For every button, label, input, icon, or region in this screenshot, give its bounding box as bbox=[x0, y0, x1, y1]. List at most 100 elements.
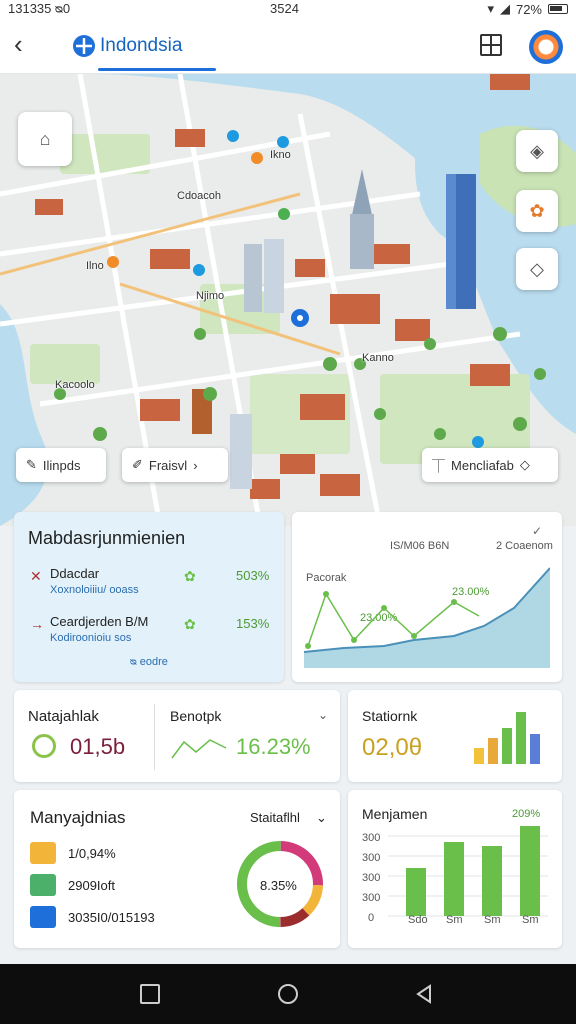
x-tick: Sm bbox=[522, 914, 539, 926]
stat-value-a: 01,5b bbox=[70, 734, 126, 759]
status-bar: 131335 ᴓ0 3524 ▾ ◢ 72% bbox=[0, 0, 576, 18]
summary-row-name: Ceardjerden B/M bbox=[50, 614, 149, 629]
donut-label: 8.35% bbox=[260, 878, 297, 893]
battery-icon bbox=[548, 4, 568, 14]
stat2-label: Statiornk bbox=[362, 708, 418, 724]
map-label[interactable]: Ikno bbox=[270, 149, 291, 161]
compass-icon: ◈ bbox=[530, 140, 544, 161]
stat-value-b: 16.23% bbox=[236, 734, 311, 759]
wallet-icon bbox=[30, 874, 56, 896]
pin-icon: ⏉ bbox=[432, 458, 446, 474]
filter-pill-left[interactable]: ✎ Ilinpds bbox=[16, 448, 106, 482]
management-row[interactable]: 1/0,94% bbox=[68, 846, 116, 861]
y-tick: 300 bbox=[362, 852, 381, 864]
app-bar: ‹ Indondsia bbox=[0, 18, 576, 74]
chevron-down-icon[interactable]: ⌄ bbox=[318, 708, 328, 722]
avatar[interactable] bbox=[529, 30, 563, 64]
stat-label-a: Natajahlak bbox=[28, 708, 99, 725]
y-tick: 300 bbox=[362, 832, 381, 844]
back-icon[interactable] bbox=[414, 984, 434, 1004]
map-label[interactable]: Ilno bbox=[86, 260, 104, 272]
diamond-icon: ◇ bbox=[519, 457, 530, 472]
filter-pill-right-label: Mencliafab bbox=[451, 457, 514, 473]
active-tab-indicator bbox=[98, 68, 216, 71]
chevron-icon: › bbox=[193, 457, 198, 473]
edit-icon: ✐ bbox=[132, 457, 143, 472]
y-tick: 300 bbox=[362, 872, 381, 884]
stat-card-1[interactable]: Natajahlak 01,5b Benotpk ⌄ 16.23% bbox=[14, 690, 340, 782]
chart-icon bbox=[30, 906, 56, 928]
filter-pill-mid-label: Fraisvl bbox=[148, 457, 188, 473]
locate-button[interactable]: ◇ bbox=[516, 248, 558, 290]
system-nav-bar bbox=[0, 964, 576, 1024]
trend-card[interactable]: IS/M06 B6N 2 Coaenom ✓ Pacorak 23.00% 23… bbox=[292, 512, 562, 682]
timer-icon bbox=[32, 734, 56, 758]
bar-top-label: 209% bbox=[512, 808, 541, 820]
tag-icon bbox=[30, 842, 56, 864]
locate-icon: ◇ bbox=[530, 258, 544, 279]
map-label[interactable]: Kacoolo bbox=[55, 379, 95, 391]
leaf-icon: ✿ bbox=[184, 568, 196, 584]
back-arrow-icon[interactable]: ‹ bbox=[14, 31, 40, 58]
summary-row-sub: Xoxnoloiiiu/ ooass bbox=[50, 584, 139, 596]
trend-header-right: 2 Coaenom bbox=[496, 540, 553, 552]
summary-row-sub: Kodiroonioiu sos bbox=[50, 632, 132, 644]
stat-divider bbox=[154, 704, 155, 770]
sword-icon: ✕ bbox=[30, 568, 42, 584]
management-dropdown[interactable]: Staitaflhl bbox=[250, 810, 300, 825]
status-time: 3524 bbox=[270, 1, 299, 16]
summary-link[interactable]: ᴓ eodre bbox=[130, 656, 168, 668]
x-tick: Sm bbox=[484, 914, 501, 926]
management-row[interactable]: 3035I0/015193 bbox=[68, 910, 155, 925]
grid-view-icon[interactable] bbox=[480, 34, 502, 56]
summary-row-value: 503% bbox=[236, 568, 270, 583]
management-title: Manyajdnias bbox=[30, 808, 126, 827]
bar-chart-card[interactable]: Menjamen 209% 300 300 300 300 0 Sdo Sm S… bbox=[348, 790, 562, 948]
brand-icon bbox=[73, 35, 95, 57]
map-label[interactable]: Cdoacoh bbox=[177, 190, 221, 202]
status-left: 131335 ᴓ0 bbox=[8, 1, 71, 16]
trend-header: IS/M06 B6N bbox=[390, 540, 450, 552]
summary-card[interactable]: Mabdasrjunmienien ✕ Ddacdar Xoxnoloiiiu/… bbox=[14, 512, 284, 682]
bar-card-title: Menjamen bbox=[362, 806, 428, 822]
compass-button[interactable]: ◈ bbox=[516, 130, 558, 172]
signal-icon: ◢ bbox=[499, 1, 510, 16]
layers-icon: ✿ bbox=[529, 200, 545, 221]
trend-chart bbox=[304, 567, 550, 668]
stat2-value: 02,0θ bbox=[362, 734, 423, 761]
x-tick: Sdo bbox=[408, 914, 428, 926]
summary-row-value: 153% bbox=[236, 616, 270, 631]
leaf-icon: ✿ bbox=[184, 616, 196, 632]
wifi-icon: ▾ bbox=[487, 1, 494, 16]
layers-button[interactable]: ✿ bbox=[516, 190, 558, 232]
y-tick: 300 bbox=[362, 892, 381, 904]
mini-bar-chart bbox=[474, 712, 540, 764]
filter-pill-left-label: Ilinpds bbox=[42, 457, 81, 473]
map-label[interactable]: Kanno bbox=[362, 352, 394, 364]
chevron-down-icon[interactable]: ⌄ bbox=[316, 810, 327, 826]
city-map[interactable]: Cdoacoh Ilno Njimo Kacoolo Kanno Ikno ⌂ … bbox=[0, 74, 576, 526]
filter-pill-right[interactable]: ⏉ Mencliafab ◇ bbox=[422, 448, 558, 482]
pencil-icon: ✎ bbox=[26, 457, 37, 472]
bar-chart bbox=[388, 826, 548, 917]
house-icon: ⌂ bbox=[39, 128, 51, 149]
filter-pill-mid[interactable]: ✐ Fraisvl › bbox=[122, 448, 228, 482]
home-map-button[interactable]: ⌂ bbox=[18, 112, 72, 166]
map-label[interactable]: Njimo bbox=[196, 290, 224, 302]
check-icon[interactable]: ✓ bbox=[532, 524, 542, 538]
home-icon[interactable] bbox=[278, 984, 298, 1004]
sparkline-icon bbox=[171, 739, 227, 759]
management-card[interactable]: Manyajdnias Staitaflhl ⌄ 1/0,94% 2909Iof… bbox=[14, 790, 340, 948]
battery-text: 72% bbox=[515, 1, 542, 17]
page-title[interactable]: Indondsia bbox=[100, 35, 182, 57]
stat-card-2[interactable]: Statiornk 02,0θ bbox=[348, 690, 562, 782]
summary-title: Mabdasrjunmienien bbox=[28, 528, 186, 548]
summary-row-name: Ddacdar bbox=[50, 566, 100, 581]
y-tick: 0 bbox=[368, 912, 375, 924]
stat-label-b: Benotpk bbox=[170, 708, 222, 724]
x-tick: Sm bbox=[446, 914, 463, 926]
arrow-icon: → bbox=[30, 616, 44, 632]
management-row[interactable]: 2909Ioft bbox=[68, 878, 115, 893]
status-right: ▾ ◢ 72% bbox=[487, 1, 568, 17]
recents-icon[interactable] bbox=[140, 984, 160, 1004]
